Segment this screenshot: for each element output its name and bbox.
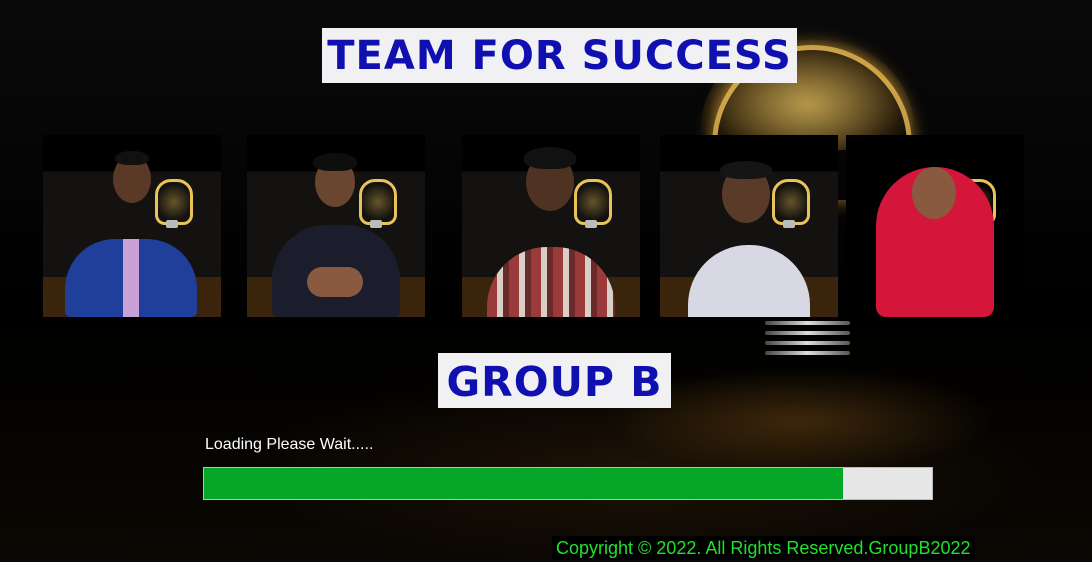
member-photo-5 [846,135,1024,317]
group-title: GROUP B [438,353,671,408]
member-photo-4 [660,135,838,317]
avatar [462,135,640,317]
member-photo-1 [43,135,221,317]
avatar [247,135,425,317]
loading-label: Loading Please Wait..... [205,436,374,453]
loading-progress-fill [204,468,844,499]
avatar [660,135,838,317]
page-title: TEAM FOR SUCCESS [322,28,797,83]
avatar [43,135,221,317]
member-photo-3 [462,135,640,317]
avatar [846,135,1024,317]
lightbulb-base [765,315,850,360]
loading-progress-bar [203,467,933,500]
member-photo-2 [247,135,425,317]
copyright-text: Copyright © 2022. All Rights Reserved.Gr… [552,536,975,560]
